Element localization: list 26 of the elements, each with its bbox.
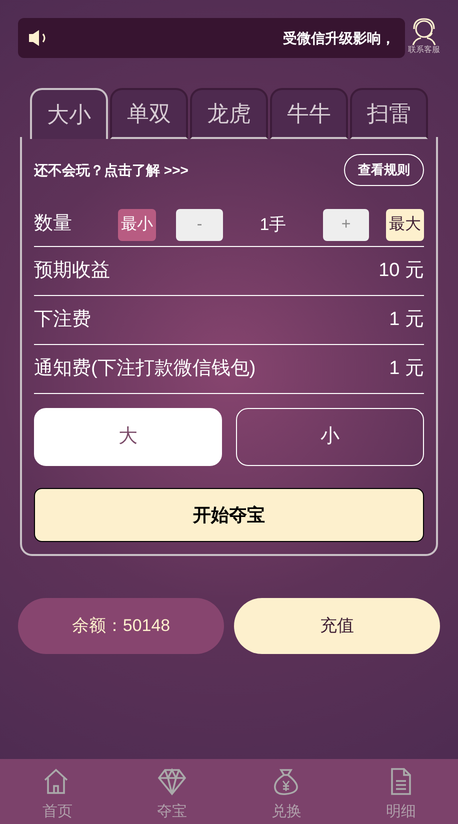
game-tab[interactable]: 大小 (30, 88, 108, 139)
game-tab[interactable]: 扫雷 (350, 88, 428, 139)
notice-text: 受微信升级影响， (283, 28, 395, 48)
minimum-button[interactable]: 最小 (118, 208, 156, 240)
row-value: 1 元 (389, 308, 424, 332)
row-value: 10 元 (378, 258, 424, 283)
recharge-button[interactable]: 充值 (234, 598, 440, 654)
start-button[interactable]: 开始夺宝 (34, 488, 424, 542)
headset-person-icon (411, 18, 437, 46)
customer-service-button[interactable]: 联系客服 (408, 18, 440, 54)
row-label: 下注费 (34, 308, 91, 332)
row-value: 1 元 (389, 356, 424, 381)
bet-option-button[interactable]: 小 (236, 408, 424, 466)
help-link[interactable]: 还不会玩？点击了解 >>> (34, 160, 188, 180)
quantity-label: 数量 (34, 212, 73, 236)
balance-pill: 余额：50148 (18, 598, 224, 654)
diamond-icon (156, 767, 187, 797)
row-label: 通知费(下注打款微信钱包) (34, 356, 256, 381)
game-tab[interactable]: 单双 (110, 88, 188, 139)
bet-option-button[interactable]: 大 (34, 408, 222, 466)
quantity-value: 1手 (258, 214, 288, 236)
game-tab[interactable]: 龙虎 (190, 88, 268, 139)
rules-button[interactable]: 查看规则 (344, 154, 424, 186)
row-label: 预期收益 (34, 258, 110, 283)
maximum-button[interactable]: 最大 (386, 208, 424, 240)
game-tab[interactable]: 牛牛 (270, 88, 348, 139)
